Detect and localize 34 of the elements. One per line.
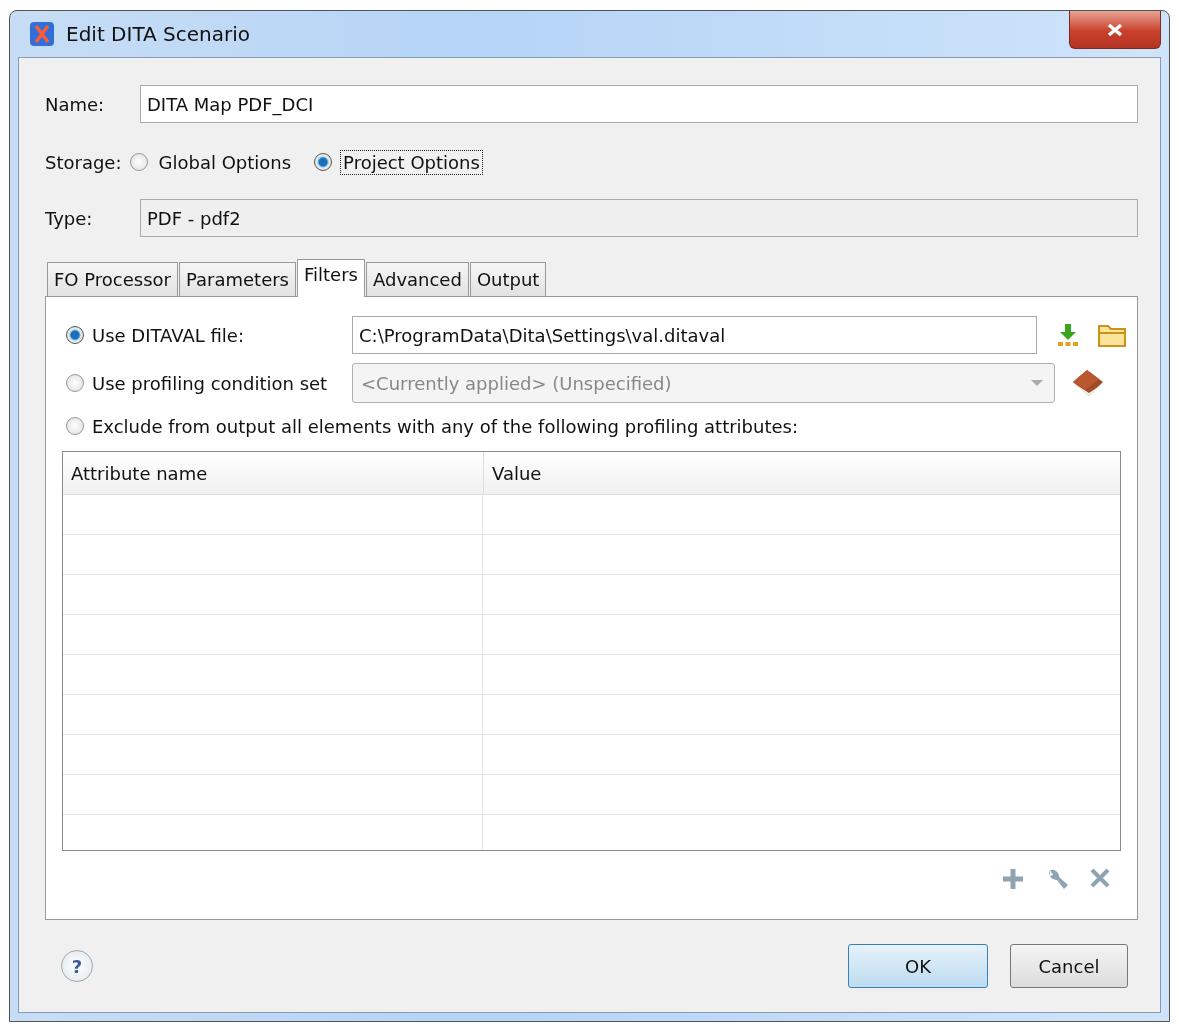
- add-icon[interactable]: [1001, 867, 1025, 891]
- help-button[interactable]: ?: [61, 950, 93, 982]
- radio-label[interactable]: Project Options: [340, 149, 483, 175]
- tab[interactable]: Advanced: [365, 262, 469, 296]
- download-icon[interactable]: [1055, 322, 1081, 348]
- radio-button[interactable]: [129, 153, 148, 171]
- column-header[interactable]: Value: [484, 452, 1120, 494]
- tab[interactable]: Parameters: [178, 262, 296, 296]
- radio-button[interactable]: [314, 153, 333, 171]
- tab[interactable]: Filters: [297, 259, 365, 297]
- radio-button[interactable]: [66, 326, 84, 344]
- radio-label[interactable]: Use DITAVAL file:: [92, 324, 352, 346]
- type-label: Type:: [45, 207, 94, 229]
- dropdown-arrow-icon: [1030, 379, 1044, 387]
- radio-button[interactable]: [66, 417, 84, 435]
- window-title: Edit DITA Scenario: [66, 22, 251, 46]
- name-label: Name:: [45, 93, 106, 115]
- ok-button[interactable]: OK: [848, 944, 988, 988]
- cancel-button[interactable]: Cancel: [1010, 944, 1128, 988]
- close-button[interactable]: [1069, 11, 1161, 49]
- tab[interactable]: Output: [469, 262, 547, 296]
- delete-icon[interactable]: [1089, 867, 1111, 889]
- book-icon[interactable]: [1071, 368, 1105, 398]
- radio-label[interactable]: Exclude from output all elements with any of the following profiling attributes:: [92, 415, 798, 437]
- tab[interactable]: FO Processor: [47, 262, 178, 296]
- ditaval-path-field[interactable]: C:\ProgramData\Dita\Settings\val.ditaval: [352, 316, 1037, 354]
- radio-label[interactable]: Global Options: [155, 149, 295, 175]
- close-icon: [1106, 22, 1124, 37]
- name-field[interactable]: DITA Map PDF_DCI: [140, 85, 1138, 123]
- storage-label: Storage:: [45, 151, 122, 173]
- app-icon: [30, 22, 54, 46]
- column-header[interactable]: Attribute name: [63, 452, 484, 494]
- type-field: PDF - pdf2: [140, 199, 1138, 237]
- folder-icon[interactable]: [1097, 322, 1127, 348]
